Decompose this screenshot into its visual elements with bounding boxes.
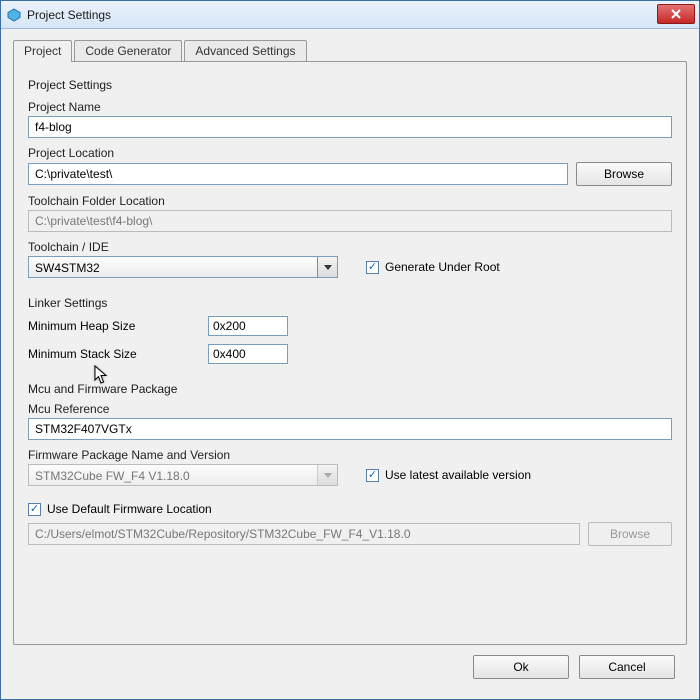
label-toolchain-ide: Toolchain / IDE (28, 240, 672, 254)
browse-firmware-location-button: Browse (588, 522, 672, 546)
section-mcu-firmware: Mcu and Firmware Package (28, 382, 672, 396)
checkbox-icon: ✓ (28, 503, 41, 516)
tab-strip: Project Code Generator Advanced Settings (13, 40, 687, 62)
titlebar: Project Settings (1, 1, 699, 29)
dialog-footer: Ok Cancel (13, 645, 687, 689)
use-latest-version-checkbox[interactable]: ✓ Use latest available version (366, 468, 531, 482)
firmware-location-input (28, 523, 580, 545)
checkmark-icon: ✓ (368, 262, 377, 273)
project-name-input[interactable] (28, 116, 672, 138)
chevron-down-icon (324, 473, 332, 478)
checkmark-icon: ✓ (30, 504, 39, 515)
checkmark-icon: ✓ (368, 470, 377, 481)
app-icon (7, 8, 21, 22)
firmware-version-select: STM32Cube FW_F4 V1.18.0 (28, 464, 338, 486)
tab-code-generator[interactable]: Code Generator (74, 40, 182, 62)
label-min-heap: Minimum Heap Size (28, 319, 208, 333)
toolchain-ide-select[interactable]: SW4STM32 (28, 256, 338, 278)
use-default-firmware-location-checkbox[interactable]: ✓ Use Default Firmware Location (28, 502, 672, 516)
label-mcu-reference: Mcu Reference (28, 402, 672, 416)
mcu-reference-input (28, 418, 672, 440)
generate-under-root-checkbox[interactable]: ✓ Generate Under Root (366, 260, 500, 274)
label-toolchain-folder: Toolchain Folder Location (28, 194, 672, 208)
tab-panel-project: Project Settings Project Name Project Lo… (13, 61, 687, 645)
checkbox-icon: ✓ (366, 469, 379, 482)
close-button[interactable] (657, 4, 695, 24)
project-settings-dialog: Project Settings Project Code Generator … (0, 0, 700, 700)
cancel-button[interactable]: Cancel (579, 655, 675, 679)
chevron-down-icon (324, 265, 332, 270)
toolchain-folder-input (28, 210, 672, 232)
label-project-location: Project Location (28, 146, 672, 160)
project-location-input[interactable] (28, 163, 568, 185)
browse-project-location-button[interactable]: Browse (576, 162, 672, 186)
section-linker-settings: Linker Settings (28, 296, 672, 310)
checkbox-icon: ✓ (366, 261, 379, 274)
label-min-stack: Minimum Stack Size (28, 347, 208, 361)
tab-advanced-settings[interactable]: Advanced Settings (184, 40, 306, 62)
tab-project[interactable]: Project (13, 40, 72, 62)
dialog-body: Project Code Generator Advanced Settings… (1, 29, 699, 699)
label-project-name: Project Name (28, 100, 672, 114)
firmware-version-value: STM32Cube FW_F4 V1.18.0 (29, 465, 317, 485)
firmware-version-dropdown-button (317, 465, 337, 485)
toolchain-ide-value: SW4STM32 (29, 257, 317, 277)
min-heap-input[interactable] (208, 316, 288, 336)
generate-under-root-label: Generate Under Root (385, 260, 500, 274)
title: Project Settings (27, 8, 111, 22)
section-project-settings: Project Settings (28, 78, 672, 92)
toolchain-ide-dropdown-button[interactable] (317, 257, 337, 277)
label-firmware-name: Firmware Package Name and Version (28, 448, 672, 462)
use-default-firmware-location-label: Use Default Firmware Location (47, 502, 212, 516)
ok-button[interactable]: Ok (473, 655, 569, 679)
use-latest-version-label: Use latest available version (385, 468, 531, 482)
min-stack-input[interactable] (208, 344, 288, 364)
